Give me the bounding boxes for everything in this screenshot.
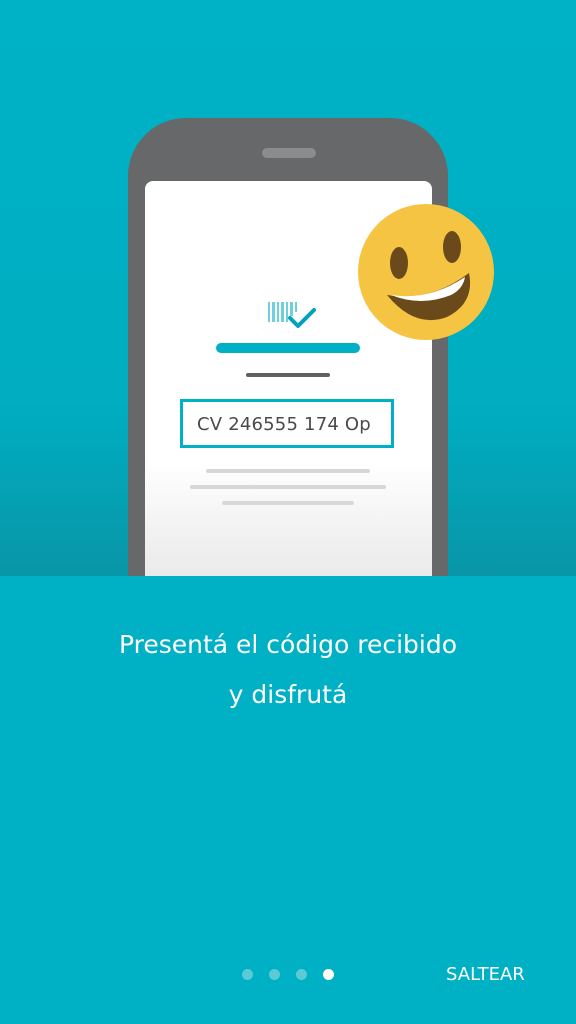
voucher-code-box: CV 246555 174 Op — [180, 399, 394, 448]
placeholder-line — [206, 469, 370, 473]
barcode-check-icon — [268, 302, 316, 328]
page-dot-active[interactable] — [323, 969, 334, 980]
page-dot[interactable] — [242, 969, 253, 980]
onboarding-illustration: CV 246555 174 Op — [0, 0, 576, 576]
skip-button[interactable]: SALTEAR — [446, 964, 525, 985]
voucher-code: CV 246555 174 Op — [197, 414, 371, 435]
page-dot[interactable] — [296, 969, 307, 980]
placeholder-line — [190, 485, 386, 489]
phone-speaker — [262, 148, 316, 158]
caption-line-2: y disfrutá — [228, 680, 348, 709]
placeholder-line — [222, 501, 354, 505]
onboarding-caption: Presentá el código recibido y disfrutá — [0, 620, 576, 720]
screen-subtitle-bar — [246, 373, 330, 377]
smiling-emoji-icon — [358, 204, 494, 340]
caption-line-1: Presentá el código recibido — [118, 630, 458, 659]
page-dot[interactable] — [269, 969, 280, 980]
screen-title-bar — [216, 343, 360, 353]
